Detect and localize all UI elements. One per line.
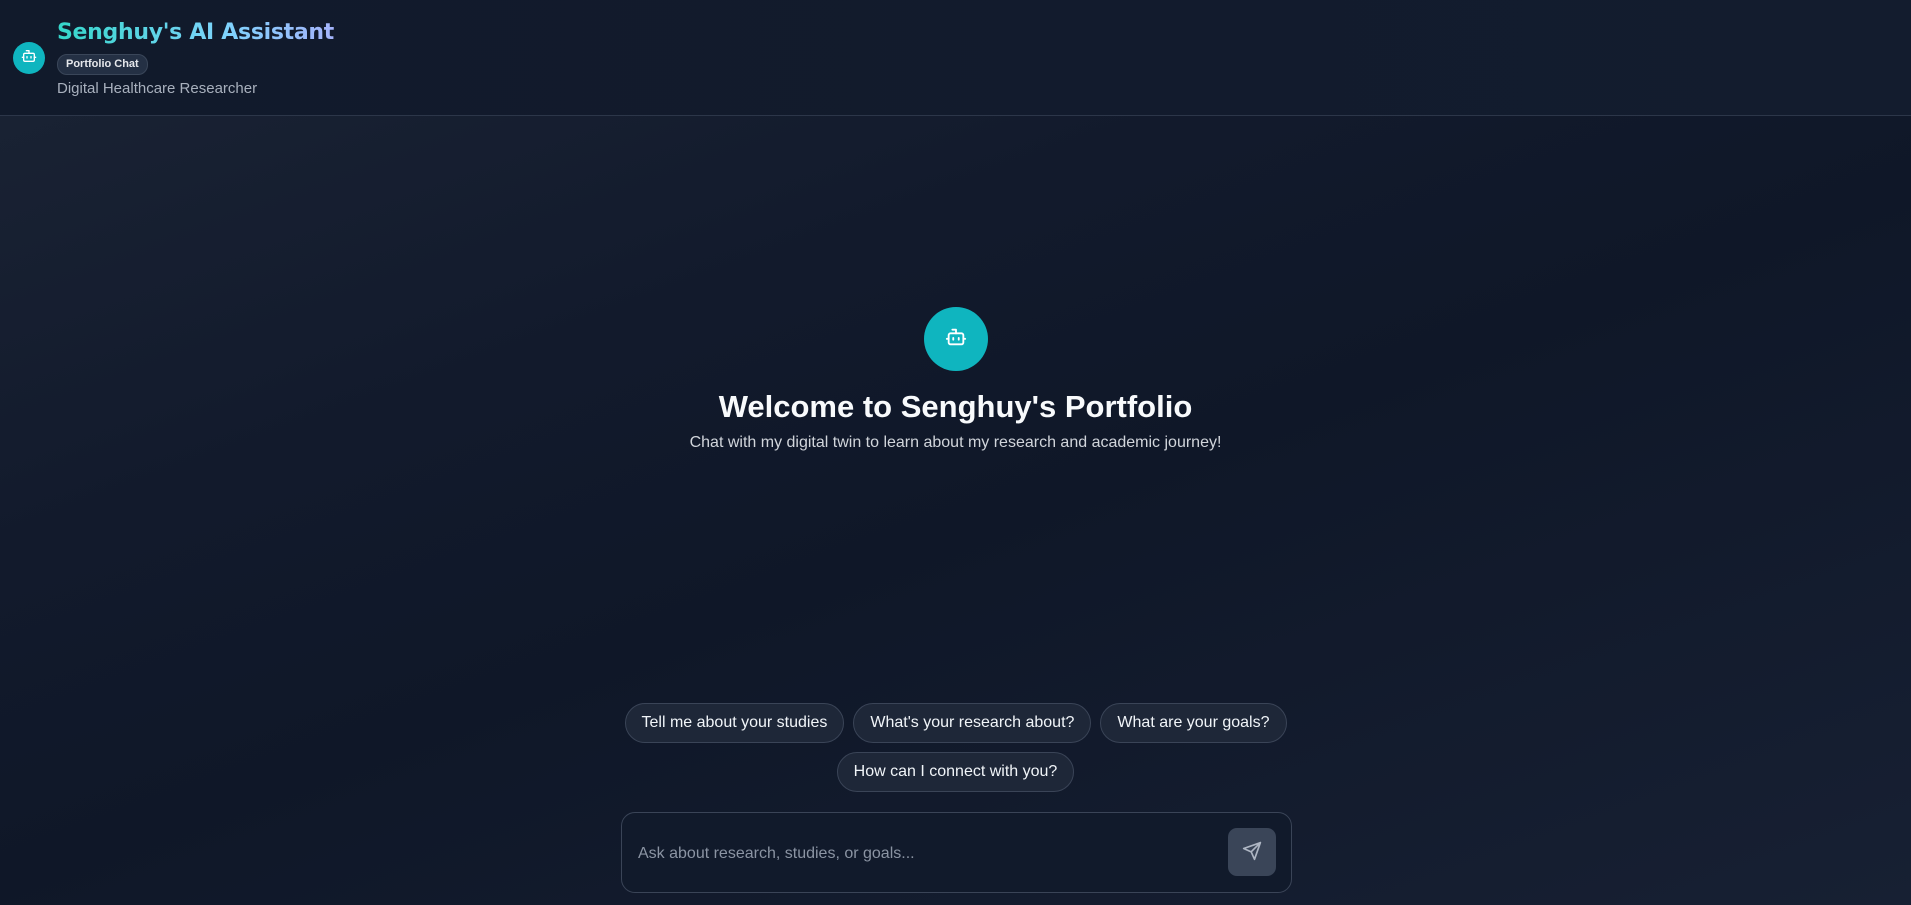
- welcome-section: Welcome to Senghuy's Portfolio Chat with…: [0, 307, 1911, 453]
- welcome-title: Welcome to Senghuy's Portfolio: [718, 389, 1193, 424]
- message-composer: [621, 812, 1292, 893]
- send-icon: [1242, 841, 1262, 864]
- header-text: Senghuy's AI Assistant Portfolio Chat Di…: [57, 18, 334, 98]
- suggestion-studies-button[interactable]: Tell me about your studies: [624, 703, 845, 743]
- portfolio-chat-badge: Portfolio Chat: [57, 54, 148, 75]
- suggestion-goals-button[interactable]: What are your goals?: [1100, 703, 1287, 743]
- assistant-avatar: [13, 42, 45, 74]
- header-subtitle: Digital Healthcare Researcher: [57, 80, 258, 97]
- robot-icon: [21, 48, 37, 69]
- message-input[interactable]: [638, 843, 1218, 865]
- app-title: Senghuy's AI Assistant: [57, 18, 334, 48]
- robot-icon: [945, 326, 967, 353]
- suggestion-connect-button[interactable]: How can I connect with you?: [836, 752, 1075, 792]
- welcome-subtitle: Chat with my digital twin to learn about…: [689, 434, 1222, 451]
- app-header: Senghuy's AI Assistant Portfolio Chat Di…: [0, 0, 1911, 116]
- suggestion-research-button[interactable]: What's your research about?: [853, 703, 1092, 743]
- suggestion-chips: Tell me about your studies What's your r…: [600, 703, 1311, 792]
- send-button[interactable]: [1228, 828, 1276, 876]
- welcome-avatar: [923, 307, 988, 371]
